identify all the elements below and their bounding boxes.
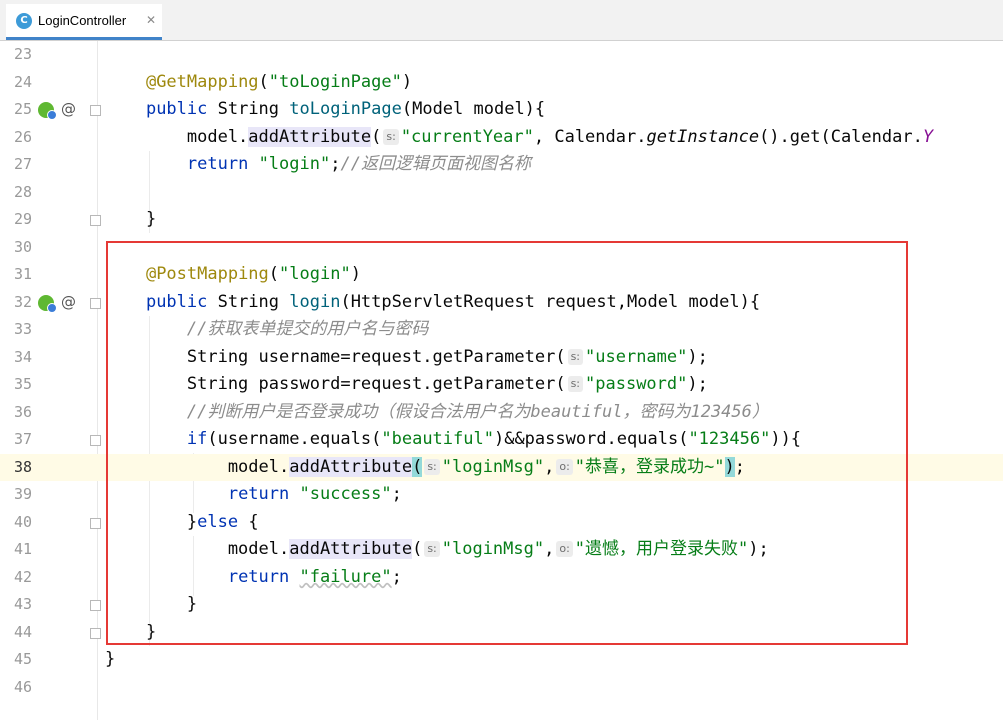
line-number: 27 <box>13 155 32 173</box>
code-text: } <box>105 209 157 229</box>
fold-marker-icon[interactable] <box>90 517 101 529</box>
line-number: 37 <box>13 430 32 448</box>
code-line[interactable]: 44 } <box>0 619 1003 647</box>
code-line-current[interactable]: 38 model.addAttribute(s: "loginMsg", o: "恭喜… <box>0 453 1003 481</box>
line-number: 43 <box>13 595 32 613</box>
code-text: public String toLoginPage(Model model){ <box>145 99 546 119</box>
line-number: 32 <box>13 292 32 311</box>
code-text: public String login(HttpServletRequest r… <box>145 291 761 312</box>
fold-marker-icon[interactable] <box>90 600 101 611</box>
code-text: String username=request.getParameter(s: "… <box>105 346 708 367</box>
line-number: 45 <box>13 650 32 668</box>
code-line[interactable]: 36 //判断用户是否登录成功（假设合法用户名为beautiful，密码为123… <box>0 399 1003 427</box>
line-number: 28 <box>13 182 32 201</box>
code-line[interactable]: 24 @GetMapping("toLoginPage") <box>0 69 1003 97</box>
spring-bean-icon[interactable] <box>38 102 57 120</box>
code-line[interactable]: 33 //获取表单提交的用户名与密码 <box>0 316 1003 344</box>
code-text: @GetMapping("toLoginPage") <box>145 71 413 92</box>
line-number: 41 <box>13 540 32 558</box>
code-text: //判断用户是否登录成功（假设合法用户名为beautiful，密码为123456… <box>186 401 769 422</box>
spring-bean-icon[interactable] <box>38 294 57 313</box>
line-number: 40 <box>13 512 32 531</box>
code-text: return "login";//返回逻辑页面视图名称 <box>186 154 531 174</box>
line-number: 34 <box>13 347 32 366</box>
code-line[interactable]: 31 @PostMapping("login") <box>0 261 1003 289</box>
line-number: 46 <box>13 677 32 696</box>
code-line[interactable]: 30 <box>0 234 1003 262</box>
fold-marker-icon[interactable] <box>90 215 101 226</box>
code-line[interactable]: 26 model.addAttribute(s: "currentYear", C… <box>0 124 1003 152</box>
line-number: 24 <box>13 72 32 91</box>
parameter-hint: s: <box>567 348 584 365</box>
code-line[interactable]: 39 return "success"; <box>0 481 1003 509</box>
line-number: 29 <box>13 210 32 228</box>
code-editor[interactable]: 23 24 @GetMapping("toLoginPage") 25 @ pu… <box>0 41 1003 720</box>
code-line[interactable]: 34 String username=request.getParameter(… <box>0 344 1003 372</box>
editor-tab-bar: C LoginController ✕ <box>0 0 1003 41</box>
fold-marker-icon[interactable] <box>90 297 101 309</box>
code-text: return "success"; <box>227 484 402 504</box>
parameter-hint: s: <box>383 128 399 145</box>
code-line[interactable]: 37 if(username.equals("beautiful")&&pass… <box>0 426 1003 454</box>
code-text: return "failure"; <box>227 566 402 587</box>
fold-marker-icon[interactable] <box>90 105 101 116</box>
code-text: } <box>105 621 157 642</box>
code-text: if(username.equals("beautiful")&&passwor… <box>186 429 802 449</box>
code-text: } <box>105 649 116 669</box>
code-line[interactable]: 43 } <box>0 591 1003 619</box>
tab-label: LoginController <box>38 13 127 28</box>
fold-marker-icon[interactable] <box>90 435 101 446</box>
line-number: 25 <box>13 100 32 118</box>
code-line[interactable]: 41 model.addAttribute(s: "loginMsg", o: "遗憾… <box>0 536 1003 564</box>
code-line[interactable]: 32 @ public String login(HttpServletRequ… <box>0 289 1003 317</box>
line-number: 35 <box>13 375 32 393</box>
code-text: model.addAttribute(s: "currentYear", Cale… <box>105 126 934 147</box>
code-text: model.addAttribute(s: "loginMsg", o: "遗憾，用户… <box>105 539 769 559</box>
line-number: 38 <box>13 457 32 476</box>
code-text: //获取表单提交的用户名与密码 <box>186 319 429 339</box>
close-icon[interactable]: ✕ <box>146 12 156 28</box>
code-line[interactable]: 42 return "failure"; <box>0 564 1003 592</box>
code-line[interactable]: 35 String password=request.getParameter(… <box>0 371 1003 399</box>
fold-marker-icon[interactable] <box>90 627 101 639</box>
code-line[interactable]: 29 } <box>0 206 1003 234</box>
class-icon: C <box>16 13 32 29</box>
parameter-hint: s: <box>424 458 440 475</box>
code-text: @PostMapping("login") <box>145 264 361 284</box>
line-number: 42 <box>13 567 32 586</box>
line-number: 31 <box>13 265 32 283</box>
code-line[interactable]: 45 } <box>0 646 1003 674</box>
code-text: model.addAttribute(s: "loginMsg", o: "恭喜，登录… <box>105 456 746 477</box>
code-line[interactable]: 25 @ public String toLoginPage(Model mod… <box>0 96 1003 124</box>
tab-login-controller[interactable]: C LoginController ✕ <box>6 4 162 40</box>
line-number: 39 <box>13 485 32 503</box>
line-number: 26 <box>13 127 32 146</box>
parameter-hint: o: <box>556 541 573 557</box>
parameter-hint: o: <box>556 458 573 475</box>
line-number: 33 <box>13 320 32 338</box>
code-line[interactable]: 28 <box>0 179 1003 207</box>
code-line[interactable]: 40 }else { <box>0 509 1003 537</box>
code-line[interactable]: 27 return "login";//返回逻辑页面视图名称 <box>0 151 1003 179</box>
line-number: 23 <box>13 45 32 63</box>
code-line[interactable]: 46 <box>0 674 1003 702</box>
request-mapping-icon[interactable]: @ <box>61 289 76 317</box>
code-line[interactable]: 23 <box>0 41 1003 69</box>
request-mapping-icon[interactable]: @ <box>61 96 76 124</box>
parameter-hint: s: <box>567 376 584 392</box>
code-text: } <box>105 594 198 614</box>
line-number: 44 <box>13 622 32 641</box>
code-text: }else { <box>105 511 259 532</box>
code-text: String password=request.getParameter(s: "… <box>105 374 708 394</box>
parameter-hint: s: <box>424 541 440 557</box>
line-number: 36 <box>13 402 32 421</box>
line-number: 30 <box>13 237 32 256</box>
